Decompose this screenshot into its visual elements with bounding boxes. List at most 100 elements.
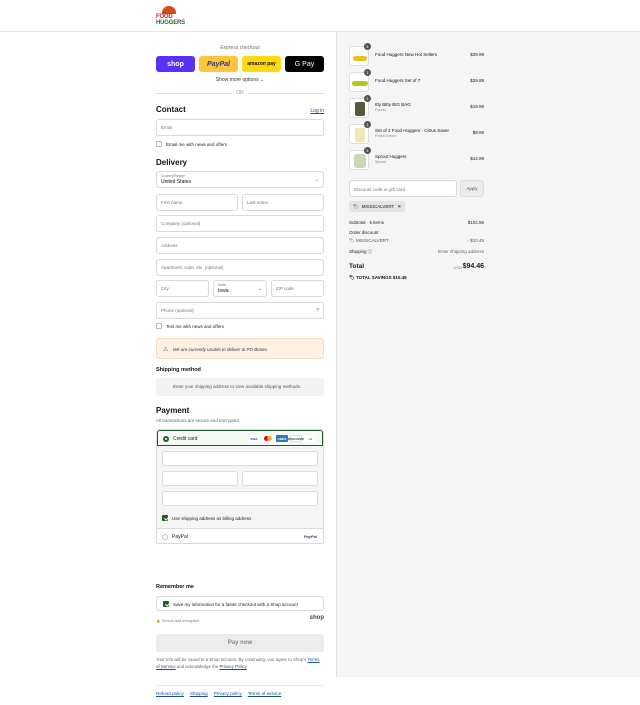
country-select[interactable]: Country/Region United States ⌄: [156, 171, 324, 188]
google-pay-button[interactable]: G Pay: [285, 56, 324, 72]
brand-logo[interactable]: FOOD HUGGERS: [156, 5, 188, 27]
payment-heading: Payment: [156, 406, 190, 415]
legal-text: Your info will be saved to a Shop accoun…: [156, 657, 324, 670]
tag-icon: 🏷: [353, 203, 359, 209]
pay-now-button[interactable]: Pay now: [156, 634, 324, 652]
remove-discount-icon[interactable]: ✕: [397, 204, 401, 210]
secure-label: Secure and encrypted: [161, 619, 199, 623]
billing-address-label: Use shipping address as billing address: [172, 515, 252, 521]
address-field[interactable]: Address: [156, 237, 324, 254]
state-select[interactable]: State Iowa ⌄: [213, 280, 267, 297]
text-news-checkbox-row[interactable]: Text me with news and offers: [156, 323, 224, 329]
cart-item: 1 Set of 2 Food Huggers - Citrus Saver F…: [349, 121, 484, 146]
help-icon[interactable]: ?: [316, 308, 319, 314]
quantity-badge: 1: [364, 121, 371, 128]
legal-text-2: and acknowledge the: [176, 663, 219, 669]
shipping-method-heading: Shipping method: [156, 367, 201, 373]
order-discount-label: Order discount: [349, 230, 379, 235]
name-on-card-field[interactable]: [162, 491, 318, 506]
credit-card-label: Credit card: [173, 436, 198, 442]
city-field[interactable]: City: [156, 280, 209, 297]
cart-item: 1 Food Huggers Set of 7 $29.99: [349, 69, 484, 94]
email-news-checkbox[interactable]: [156, 141, 162, 147]
privacy-policy-link[interactable]: Privacy policy: [214, 691, 242, 696]
discount-amount: - $10.49: [467, 238, 484, 243]
apartment-field[interactable]: Apartment, suite, etc. (optional): [156, 259, 324, 276]
show-more-options-link[interactable]: Show more options ⌄: [156, 77, 324, 83]
applied-code: MISSICALVERT: [361, 204, 395, 209]
card-number-field[interactable]: [162, 451, 318, 466]
remember-me-checkbox-row[interactable]: Save my information for a faster checkou…: [163, 601, 298, 607]
subtotal-row: Subtotal · 5 items $104.95: [349, 220, 484, 225]
quantity-badge: 1: [364, 147, 371, 154]
company-placeholder: Company (optional): [161, 221, 201, 226]
order-discount-row: Order discount: [349, 230, 484, 235]
text-news-checkbox[interactable]: [156, 323, 162, 329]
logo-text-line2: HUGGERS: [156, 20, 185, 26]
phone-placeholder: Phone (optional): [161, 308, 195, 313]
state-label: State: [218, 283, 227, 287]
login-link[interactable]: Log in: [310, 108, 324, 114]
shop-privacy-link[interactable]: Privacy Policy: [220, 664, 247, 669]
remember-me-checkbox[interactable]: [163, 601, 169, 607]
footer-divider: [156, 685, 324, 686]
payment-subtitle: All transactions are secure and encrypte…: [156, 418, 241, 423]
item-name: Sprout Huggers: [375, 154, 407, 159]
expiration-date-field[interactable]: [162, 471, 238, 486]
shipping-value: Enter shipping address: [437, 249, 484, 254]
discount-code-field[interactable]: Discount code or gift card: [349, 180, 457, 197]
logo-sun-icon: [162, 6, 176, 14]
po-box-warning: ⚠ We are currently unable to deliver to …: [156, 338, 324, 359]
header: FOOD HUGGERS: [0, 0, 640, 32]
email-news-checkbox-row[interactable]: Email me with news and offers: [156, 141, 227, 147]
credit-card-radio[interactable]: [163, 436, 169, 442]
text-news-label: Text me with news and offers: [166, 323, 224, 329]
paypal-radio[interactable]: [162, 534, 168, 540]
refund-policy-link[interactable]: Refund policy: [156, 691, 184, 696]
cart-item: 1 Itty Bitty BIG BAG Forest $19.99: [349, 95, 484, 120]
shipping-policy-link[interactable]: Shipping: [190, 691, 208, 696]
paypal-label: PayPal: [172, 534, 188, 540]
or-divider: OR: [156, 90, 324, 96]
secure-encrypted-text: 🔒 Secure and encrypted: [156, 619, 199, 623]
billing-address-checkbox-row[interactable]: Use shipping address as billing address: [162, 515, 251, 521]
paypal-button[interactable]: PayPal: [199, 56, 238, 72]
quantity-badge: 1: [364, 69, 371, 76]
subtotal-value: $104.95: [467, 220, 484, 225]
state-value: Iowa: [218, 288, 229, 294]
payment-methods: Credit card VISA AMEX DISCOVER +4 Use sh…: [156, 429, 324, 544]
remember-me-label: Save my information for a faster checkou…: [173, 601, 298, 607]
billing-address-checkbox[interactable]: [162, 515, 168, 521]
savings-text: TOTAL SAVINGS $10.49: [355, 275, 407, 280]
card-brand-icons: VISA AMEX DISCOVER +4: [248, 435, 316, 442]
shop-pay-button[interactable]: shop: [156, 56, 195, 72]
first-name-placeholder: First name: [161, 200, 183, 205]
applied-discount-tag: 🏷 MISSICALVERT ✕: [349, 201, 406, 212]
item-name: Food Huggers New Hot Sellers: [375, 52, 438, 57]
item-variant: Forest: [375, 108, 386, 112]
terms-of-service-link[interactable]: Terms of service: [248, 691, 281, 696]
discount-code: MISSICALVERT: [355, 238, 389, 243]
legal-text-1: Your info will be saved to a Shop accoun…: [156, 657, 307, 662]
shop-logo: shop: [309, 615, 324, 621]
apply-discount-button[interactable]: Apply: [460, 180, 484, 197]
total-row: Total USD $94.46: [349, 263, 484, 270]
security-code-field[interactable]: [242, 471, 318, 486]
tag-icon: 🏷: [349, 238, 355, 243]
company-field[interactable]: Company (optional): [156, 215, 324, 232]
last-name-field[interactable]: Last name: [242, 194, 324, 211]
remember-me-heading: Remember me: [156, 584, 194, 590]
amex-icon: AMEX: [276, 435, 288, 442]
first-name-field[interactable]: First name: [156, 194, 238, 211]
phone-field[interactable]: Phone (optional) ?: [156, 302, 324, 319]
amazon-pay-button[interactable]: amazon pay: [242, 56, 281, 72]
zip-field[interactable]: ZIP code: [271, 280, 324, 297]
discover-icon: DISCOVER: [288, 435, 304, 442]
last-name-placeholder: Last name: [247, 200, 269, 205]
paypal-option[interactable]: PayPal PayPal: [157, 528, 323, 544]
email-field[interactable]: Email: [156, 119, 324, 136]
credit-card-form: Use shipping address as billing address: [157, 446, 323, 528]
credit-card-option[interactable]: Credit card VISA AMEX DISCOVER +4: [157, 430, 323, 446]
item-variant: Sprout: [375, 160, 387, 164]
cart-item: 1 Food Huggers New Hot Sellers $29.99: [349, 43, 484, 68]
